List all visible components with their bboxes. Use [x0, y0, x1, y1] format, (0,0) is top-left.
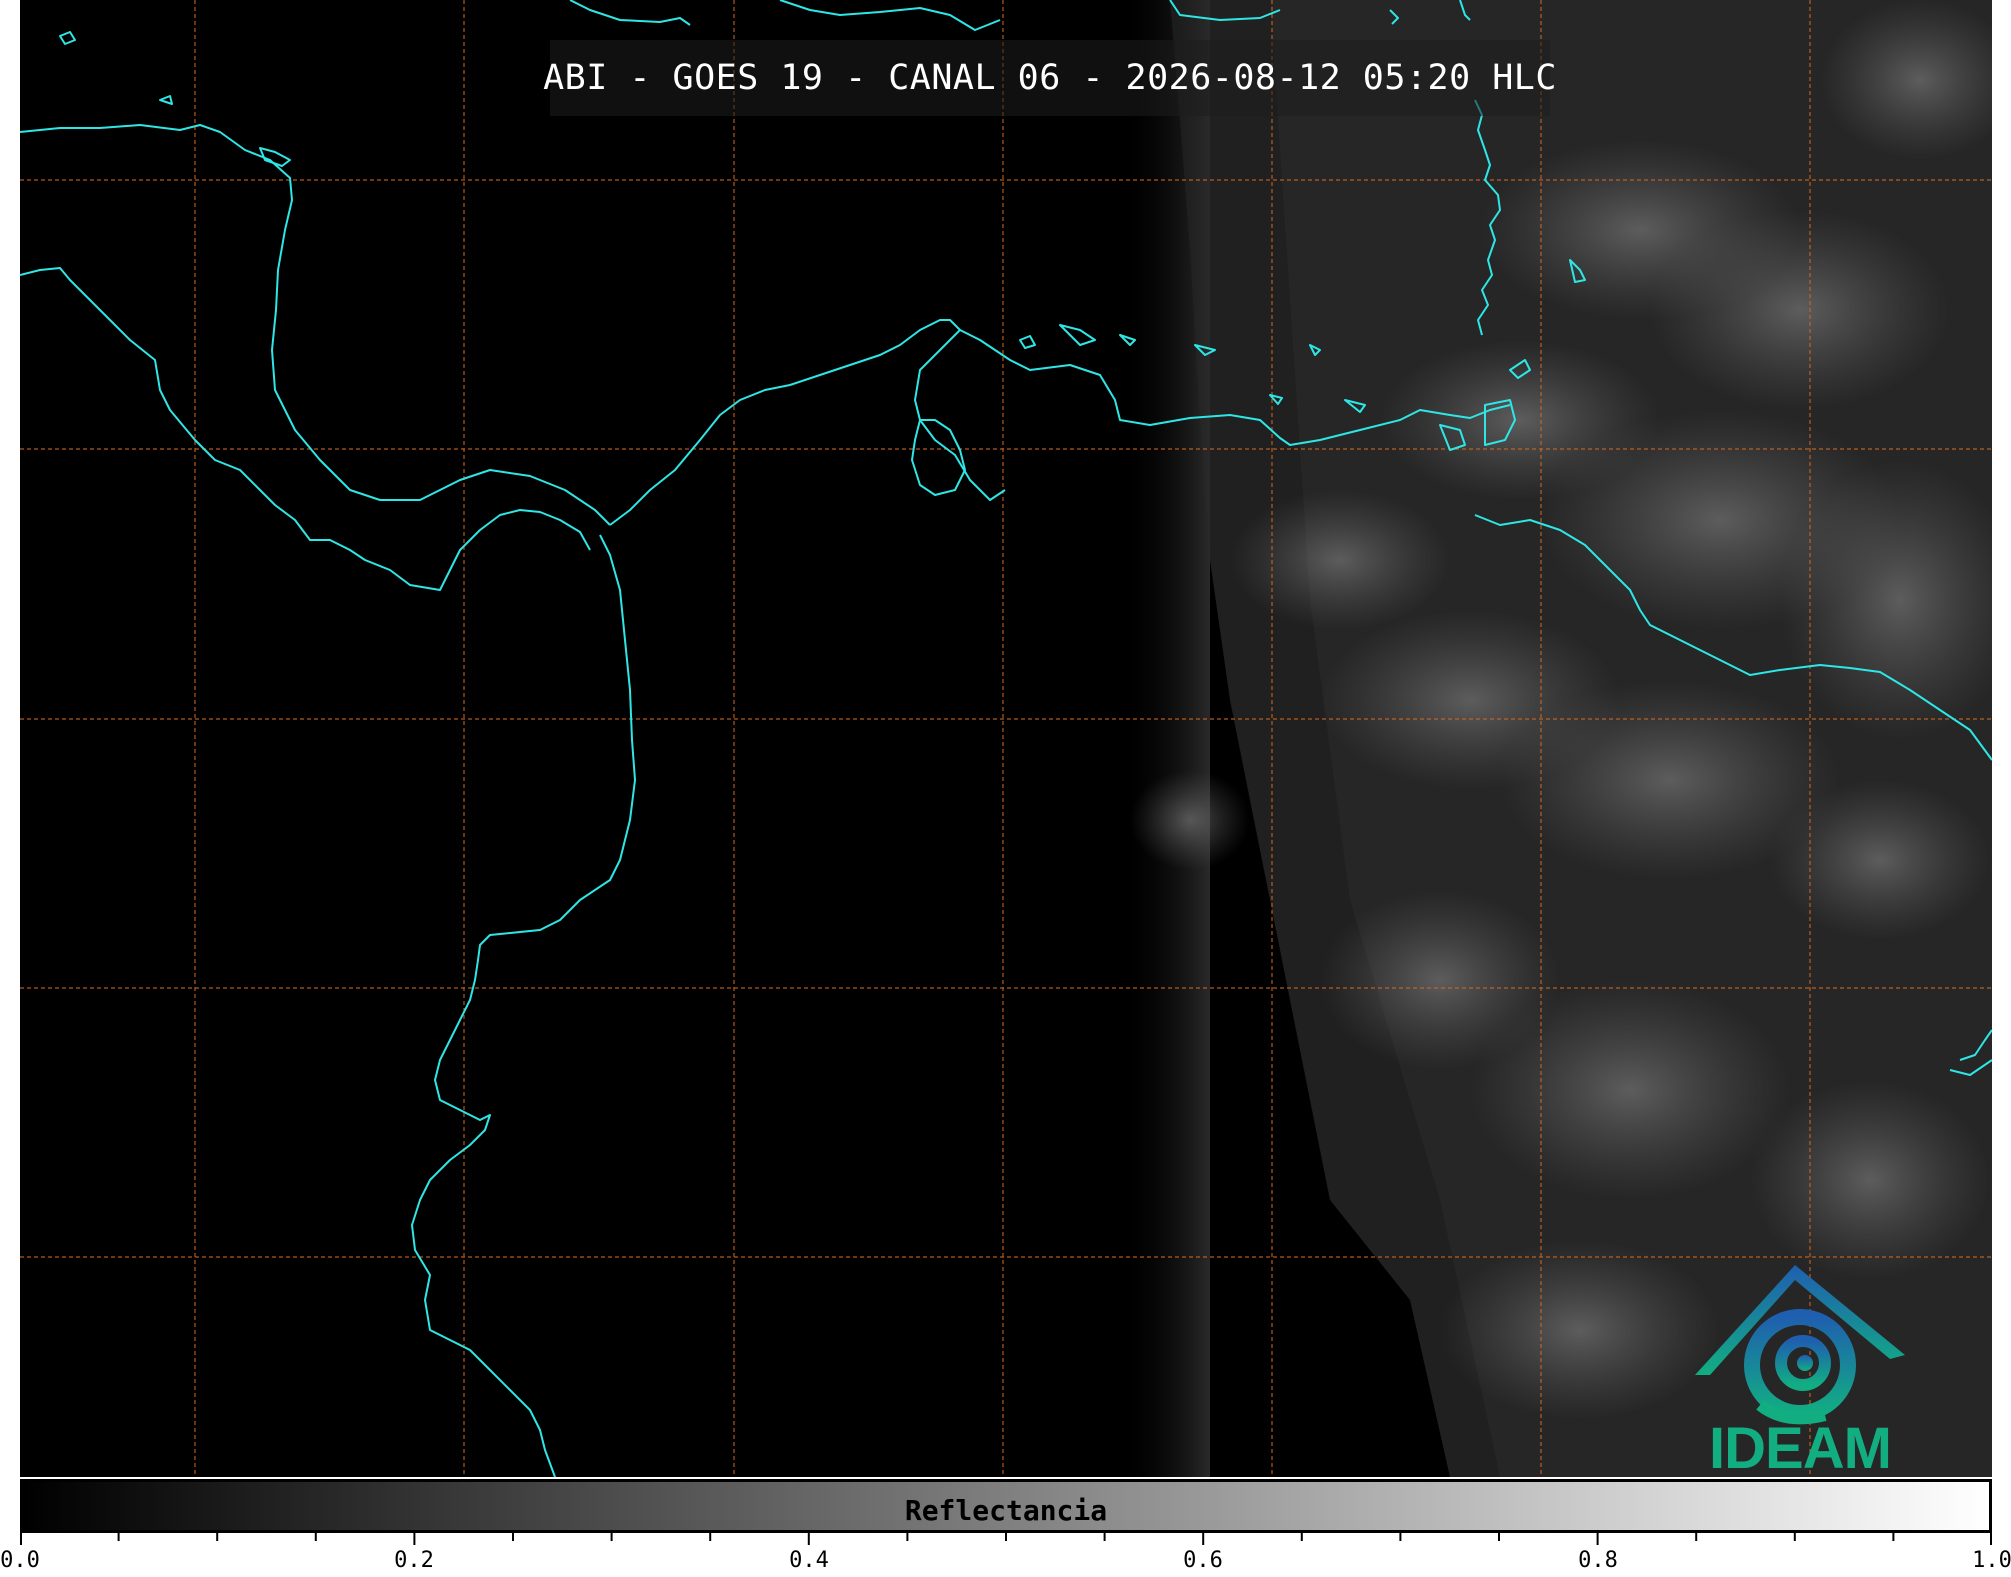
- satellite-map: ABI - GOES 19 - CANAL 06 - 2026-08-12 05…: [20, 0, 1992, 1477]
- tick-label: 0.6: [1183, 1548, 1223, 1573]
- tick-label: 0.4: [789, 1548, 829, 1573]
- tick-label: 0.0: [0, 1548, 40, 1573]
- colorbar-ticks: 0.0 0.2 0.4 0.6 0.8 1.0: [0, 1533, 2011, 1577]
- colorbar-tick-marks: [20, 1533, 1992, 1545]
- tick-label: 0.8: [1578, 1548, 1618, 1573]
- tick-label: 1.0: [1972, 1548, 2011, 1573]
- ideam-logo: IDEAM: [1685, 1255, 1915, 1477]
- colorbar: Reflectancia: [20, 1479, 1992, 1533]
- ideam-emblem-icon: [1695, 1265, 1905, 1425]
- map-title: ABI - GOES 19 - CANAL 06 - 2026-08-12 05…: [543, 58, 1557, 98]
- colorbar-label: Reflectancia: [904, 1494, 1108, 1527]
- logo-text: IDEAM: [1709, 1416, 1892, 1477]
- tick-label: 0.2: [394, 1548, 434, 1573]
- map-title-box: ABI - GOES 19 - CANAL 06 - 2026-08-12 05…: [543, 40, 1556, 116]
